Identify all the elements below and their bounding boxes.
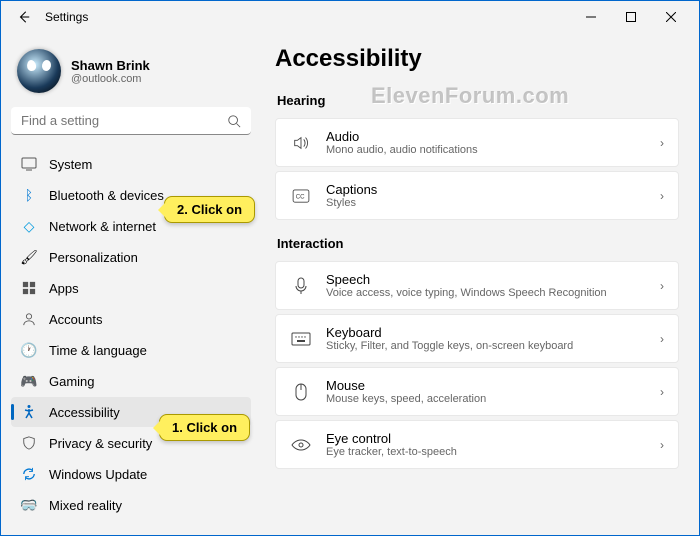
sidebar-item-label: Accounts xyxy=(49,312,102,327)
callout-1: 1. Click on xyxy=(159,414,250,441)
shield-icon xyxy=(21,435,37,451)
card-sub: Mono audio, audio notifications xyxy=(326,144,660,156)
card-speech[interactable]: SpeechVoice access, voice typing, Window… xyxy=(275,261,679,310)
profile-name: Shawn Brink xyxy=(71,58,150,73)
clock-icon: 🕐 xyxy=(21,342,37,358)
person-icon xyxy=(21,311,37,327)
wifi-icon: ◇ xyxy=(21,218,37,234)
card-sub: Sticky, Filter, and Toggle keys, on-scre… xyxy=(326,340,660,352)
sidebar-item-system[interactable]: System xyxy=(11,149,251,179)
chevron-right-icon: › xyxy=(660,438,664,452)
chevron-right-icon: › xyxy=(660,332,664,346)
search-input[interactable] xyxy=(21,113,227,128)
card-sub: Voice access, voice typing, Windows Spee… xyxy=(326,287,660,299)
bluetooth-icon: ᛒ xyxy=(21,187,37,203)
chevron-right-icon: › xyxy=(660,279,664,293)
chevron-right-icon: › xyxy=(660,189,664,203)
card-title: Speech xyxy=(326,272,660,287)
card-sub: Styles xyxy=(326,197,660,209)
sidebar-item-label: Personalization xyxy=(49,250,138,265)
main-content: Accessibility Hearing AudioMono audio, a… xyxy=(261,33,699,535)
sidebar-item-label: System xyxy=(49,157,92,172)
gaming-icon: 🎮 xyxy=(21,373,37,389)
chevron-right-icon: › xyxy=(660,136,664,150)
back-icon[interactable] xyxy=(17,10,31,24)
card-title: Eye control xyxy=(326,431,660,446)
sidebar-item-label: Privacy & security xyxy=(49,436,152,451)
cc-icon: CC xyxy=(290,189,312,203)
card-audio[interactable]: AudioMono audio, audio notifications › xyxy=(275,118,679,167)
search-icon xyxy=(227,114,241,128)
window-title: Settings xyxy=(45,10,88,24)
sidebar-item-label: Network & internet xyxy=(49,219,156,234)
card-title: Captions xyxy=(326,182,660,197)
apps-icon xyxy=(21,280,37,296)
minimize-button[interactable] xyxy=(571,3,611,31)
card-sub: Eye tracker, text-to-speech xyxy=(326,446,660,458)
sidebar-item-time[interactable]: 🕐 Time & language xyxy=(11,335,251,365)
callout-2: 2. Click on xyxy=(164,196,255,223)
sidebar-item-label: Apps xyxy=(49,281,79,296)
keyboard-icon xyxy=(290,332,312,346)
system-icon xyxy=(21,156,37,172)
mic-icon xyxy=(290,277,312,295)
sidebar-item-gaming[interactable]: 🎮 Gaming xyxy=(11,366,251,396)
mouse-icon xyxy=(290,383,312,401)
accessibility-icon xyxy=(21,404,37,420)
headset-icon: 🥽 xyxy=(21,497,37,513)
eye-icon xyxy=(290,438,312,452)
update-icon xyxy=(21,466,37,482)
sidebar-item-label: Mixed reality xyxy=(49,498,122,513)
card-title: Mouse xyxy=(326,378,660,393)
card-sub: Mouse keys, speed, acceleration xyxy=(326,393,660,405)
maximize-button[interactable] xyxy=(611,3,651,31)
card-title: Audio xyxy=(326,129,660,144)
sidebar-item-accounts[interactable]: Accounts xyxy=(11,304,251,334)
avatar xyxy=(17,49,61,93)
sidebar-item-personalization[interactable]: 🖌 Personalization xyxy=(11,242,251,272)
profile[interactable]: Shawn Brink @outlook.com xyxy=(11,41,251,107)
chevron-right-icon: › xyxy=(660,385,664,399)
card-mouse[interactable]: MouseMouse keys, speed, acceleration › xyxy=(275,367,679,416)
card-captions[interactable]: CC CaptionsStyles › xyxy=(275,171,679,220)
sidebar-item-mixed[interactable]: 🥽 Mixed reality xyxy=(11,490,251,520)
card-title: Keyboard xyxy=(326,325,660,340)
search-box[interactable] xyxy=(11,107,251,135)
card-keyboard[interactable]: KeyboardSticky, Filter, and Toggle keys,… xyxy=(275,314,679,363)
sidebar-item-label: Time & language xyxy=(49,343,147,358)
sidebar-item-apps[interactable]: Apps xyxy=(11,273,251,303)
svg-text:CC: CC xyxy=(296,193,305,200)
section-interaction: Interaction xyxy=(277,236,679,251)
sidebar-item-label: Bluetooth & devices xyxy=(49,188,164,203)
brush-icon: 🖌 xyxy=(21,249,37,265)
speaker-icon xyxy=(290,134,312,152)
sidebar: Shawn Brink @outlook.com System ᛒ Bluetoo… xyxy=(1,33,261,535)
profile-email: @outlook.com xyxy=(71,73,150,85)
sidebar-item-label: Gaming xyxy=(49,374,95,389)
card-eye[interactable]: Eye controlEye tracker, text-to-speech › xyxy=(275,420,679,469)
page-title: Accessibility xyxy=(275,45,679,73)
sidebar-item-label: Accessibility xyxy=(49,405,120,420)
sidebar-item-label: Windows Update xyxy=(49,467,147,482)
close-button[interactable] xyxy=(651,3,691,31)
sidebar-item-update[interactable]: Windows Update xyxy=(11,459,251,489)
section-hearing: Hearing xyxy=(277,93,679,108)
titlebar: Settings xyxy=(1,1,699,33)
